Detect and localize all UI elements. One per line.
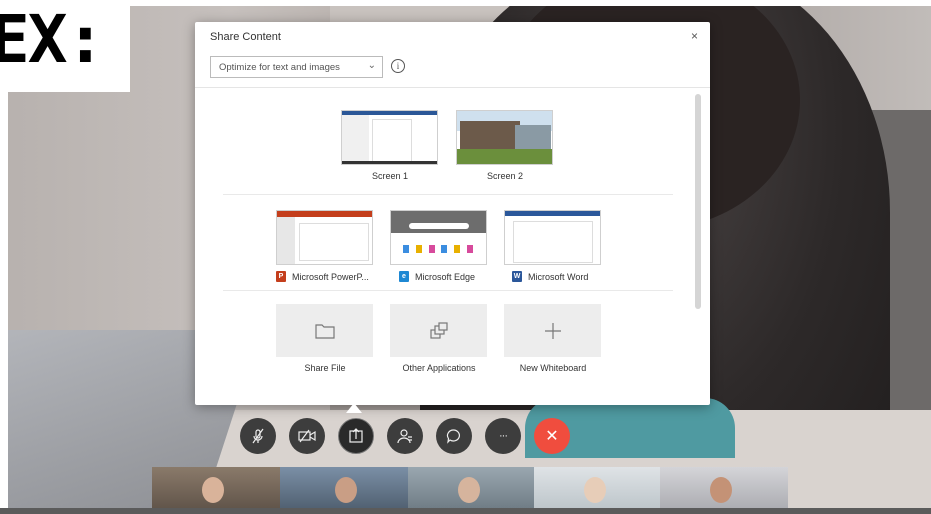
optimize-select-value: Optimize for text and images: [219, 62, 340, 73]
end-call-button[interactable]: ✕: [534, 418, 570, 454]
participant-tile[interactable]: [534, 467, 660, 514]
edge-app[interactable]: e Microsoft Edge: [399, 271, 475, 282]
screen-2-label: Screen 2: [486, 171, 524, 181]
scrollbar[interactable]: [695, 94, 701, 309]
participants-strip: [152, 467, 788, 514]
participant-face: [710, 477, 732, 503]
powerpoint-label: Microsoft PowerP...: [292, 271, 369, 282]
share-button[interactable]: [338, 418, 374, 454]
participant-tile[interactable]: [152, 467, 280, 514]
dialog-pointer: [346, 403, 362, 413]
close-icon: ✕: [545, 428, 559, 445]
participants-icon: [397, 429, 412, 444]
powerpoint-app[interactable]: P Microsoft PowerP...: [276, 271, 369, 282]
edge-icon: e: [399, 271, 409, 282]
powerpoint-thumbnail[interactable]: [276, 210, 373, 265]
mute-button[interactable]: [240, 418, 276, 454]
participant-face: [584, 477, 606, 503]
plus-icon: [544, 322, 561, 339]
info-icon[interactable]: i: [391, 59, 405, 73]
participant-tile[interactable]: [408, 467, 534, 514]
chevron-down-icon: ⌄: [367, 60, 376, 71]
word-label: Microsoft Word: [528, 271, 589, 282]
chat-button[interactable]: [436, 418, 472, 454]
participant-face: [202, 477, 224, 503]
screen-1-label: Screen 1: [371, 171, 409, 181]
camera-off-icon: [298, 429, 316, 443]
participant-tile[interactable]: [660, 467, 788, 514]
share-icon: [349, 428, 363, 443]
microphone-off-icon: [252, 428, 264, 444]
word-thumbnail[interactable]: [504, 210, 601, 265]
other-applications-button[interactable]: [390, 304, 487, 357]
section-divider: [223, 290, 673, 291]
other-applications-label: Other Applications: [402, 363, 476, 373]
share-file-label: Share File: [304, 363, 346, 373]
screen-2-thumbnail[interactable]: [456, 110, 553, 165]
word-icon: W: [512, 271, 522, 282]
more-button[interactable]: ···: [485, 418, 521, 454]
share-content-dialog: Share Content × Optimize for text and im…: [195, 22, 710, 405]
folder-icon: [314, 323, 335, 339]
participants-button[interactable]: [387, 418, 423, 454]
participant-tile[interactable]: [280, 467, 408, 514]
optimize-select[interactable]: Optimize for text and images ⌄: [210, 56, 383, 78]
more-icon: ···: [499, 430, 508, 442]
edge-thumbnail[interactable]: [390, 210, 487, 265]
example-label: EX:: [0, 0, 130, 92]
video-button[interactable]: [289, 418, 325, 454]
new-whiteboard-label: New Whiteboard: [519, 363, 587, 373]
screen-1-thumbnail[interactable]: [341, 110, 438, 165]
edge-label: Microsoft Edge: [415, 271, 476, 282]
bottom-bar: [0, 508, 931, 514]
windows-stack-icon: [429, 321, 448, 339]
chat-icon: [446, 429, 460, 444]
participant-face: [458, 477, 480, 503]
powerpoint-icon: P: [276, 271, 286, 282]
participant-face: [335, 477, 357, 503]
share-file-button[interactable]: [276, 304, 373, 357]
header-divider: [195, 87, 710, 88]
word-app[interactable]: W Microsoft Word: [512, 271, 588, 282]
dialog-title: Share Content: [210, 31, 281, 43]
new-whiteboard-button[interactable]: [504, 304, 601, 357]
top-border: [0, 0, 931, 6]
section-divider: [223, 194, 673, 195]
close-icon[interactable]: ×: [691, 30, 698, 42]
